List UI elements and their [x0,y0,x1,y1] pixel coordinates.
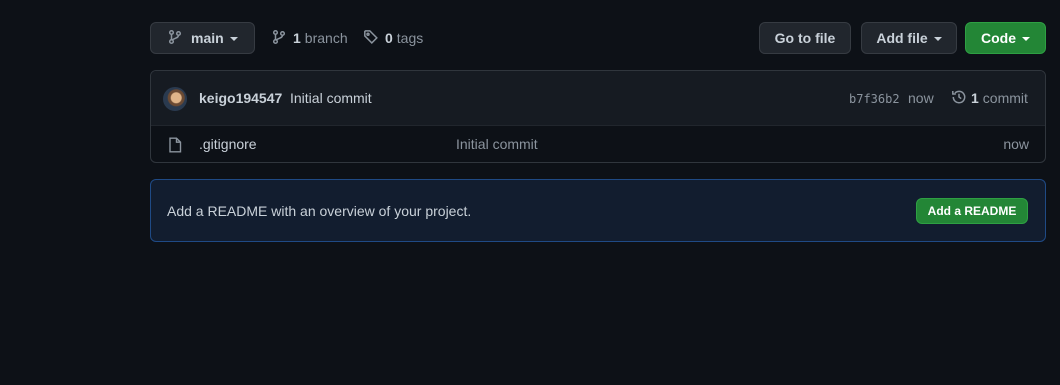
go-to-file-button[interactable]: Go to file [759,22,851,54]
branch-selector-label: main [191,30,224,46]
chevron-down-icon [229,37,238,41]
add-file-label: Add file [876,30,928,46]
avatar[interactable] [163,87,187,111]
add-file-button[interactable]: Add file [861,22,957,54]
readme-prompt: Add a README with an overview of your pr… [167,203,472,219]
branches-link[interactable]: 1 branch [271,22,348,54]
file-browser: keigo194547 Initial commit b7f36b2 now 1… [150,70,1046,163]
commit-author[interactable]: keigo194547 [199,90,282,106]
code-button[interactable]: Code [965,22,1046,54]
code-label: Code [981,30,1016,46]
chevron-down-icon [1022,37,1030,41]
commit-history-link[interactable]: 1 commit [951,89,1028,107]
latest-commit-bar: keigo194547 Initial commit b7f36b2 now 1… [151,71,1045,126]
history-icon [951,89,971,108]
repo-toolbar: main 1 branch 0 tags Go to file Add file… [150,22,1046,54]
branch-count: 1 [293,30,301,46]
file-time: now [1003,136,1029,152]
file-name[interactable]: .gitignore [199,136,257,152]
commit-message[interactable]: Initial commit [290,90,372,106]
tags-link[interactable]: 0 tags [363,22,423,54]
tag-label: tags [396,30,424,46]
file-commit-message[interactable]: Initial commit [456,136,538,152]
commit-count: 1 [971,90,979,106]
commit-label: commit [982,90,1028,106]
file-icon [168,137,182,158]
readme-banner: Add a README with an overview of your pr… [150,179,1046,242]
chevron-down-icon [933,37,942,41]
commit-sha[interactable]: b7f36b2 [849,92,900,106]
tag-icon [363,29,385,48]
file-row[interactable]: .gitignore Initial commit now [151,126,1045,162]
tag-count: 0 [385,30,393,46]
branch-selector-button[interactable]: main [150,22,255,54]
commit-time: now [908,90,934,106]
add-readme-button[interactable]: Add a README [916,198,1028,224]
git-branch-icon [167,29,191,48]
branch-label: branch [304,30,348,46]
git-branch-icon [271,29,293,48]
